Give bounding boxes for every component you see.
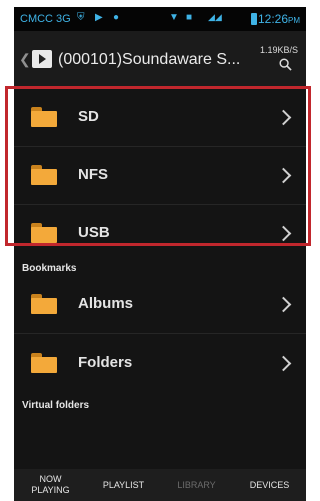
folder-icon (31, 353, 57, 373)
folder-icon (31, 294, 57, 314)
wifi-icon: ▼ (169, 12, 179, 23)
usb-icon: ● (113, 12, 120, 23)
play-icon: ▶ (95, 12, 103, 23)
transfer-rate: 1.19KB/S (260, 45, 299, 55)
list-item-label: Albums (78, 295, 134, 312)
phone-screen: CMCC 3G ⛨ ▶ ● ▼ ■ ◢◢ 12:26PM ❮ (000101)S… (14, 7, 306, 501)
carrier-label: CMCC 3G (20, 13, 71, 25)
bottom-tab-bar: NOW PLAYING PLAYLIST LIBRARY DEVICES (14, 469, 306, 501)
back-icon[interactable]: ❮ (19, 51, 31, 68)
list-item-albums[interactable]: Albums (14, 276, 306, 334)
mail-icon: ■ (186, 12, 193, 23)
page-title: (000101)Soundaware S... (58, 51, 241, 68)
tab-now-playing[interactable]: NOW PLAYING (14, 469, 87, 501)
section-header-virtual-folders: Virtual folders (22, 400, 90, 411)
action-bar: ❮ (000101)Soundaware S... 1.19KB/S (14, 31, 306, 89)
status-bar: CMCC 3G ⛨ ▶ ● ▼ ■ ◢◢ 12:26PM (14, 7, 306, 31)
tab-library[interactable]: LIBRARY (160, 469, 233, 501)
app-icon[interactable] (32, 50, 52, 68)
chevron-right-icon (275, 296, 292, 313)
battery-icon (251, 13, 257, 25)
search-icon[interactable] (279, 58, 292, 71)
section-header-bookmarks: Bookmarks (22, 263, 77, 274)
chevron-right-icon (275, 355, 292, 372)
list-item-folders[interactable]: Folders (14, 335, 306, 393)
tab-playlist[interactable]: PLAYLIST (87, 469, 160, 501)
signal-icon: ◢◢ (208, 12, 222, 22)
list-item-label: Folders (78, 354, 133, 371)
clock: 12:26PM (257, 12, 300, 26)
tab-devices[interactable]: DEVICES (233, 469, 306, 501)
highlight-box (5, 86, 311, 246)
shield-icon: ⛨ (77, 12, 85, 23)
